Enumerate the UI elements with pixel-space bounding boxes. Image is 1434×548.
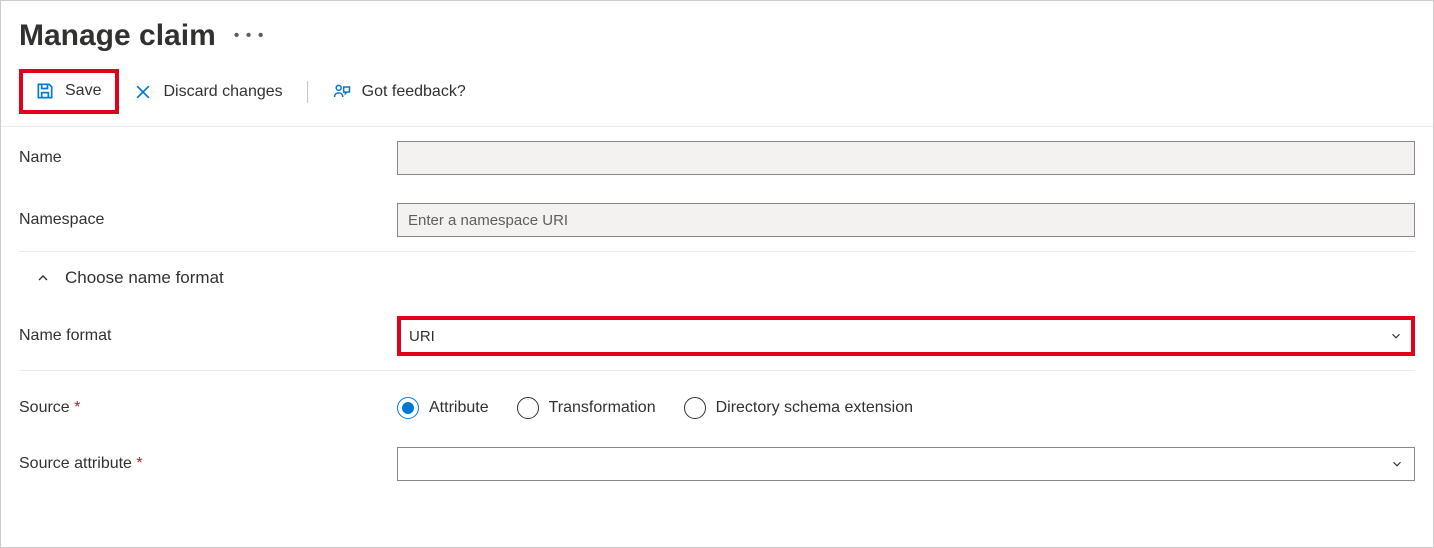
radio-attribute[interactable]: Attribute <box>397 397 489 419</box>
radio-transformation[interactable]: Transformation <box>517 397 656 419</box>
radio-icon <box>397 397 419 419</box>
save-button-label: Save <box>65 82 101 100</box>
chevron-up-icon <box>35 270 51 286</box>
save-icon <box>35 81 55 101</box>
save-highlight: Save <box>19 69 119 114</box>
source-attribute-select[interactable] <box>397 447 1415 481</box>
chevron-down-icon <box>1389 329 1403 343</box>
radio-icon <box>684 397 706 419</box>
collapse-choose-name-format[interactable]: Choose name format <box>19 252 1415 302</box>
close-icon <box>133 82 153 102</box>
source-radio-group: Attribute Transformation Directory schem… <box>397 397 1415 419</box>
label-source-attribute: Source attribute * <box>19 455 397 473</box>
radio-label: Transformation <box>549 399 656 417</box>
form-row-source-attribute: Source attribute * <box>19 433 1415 495</box>
required-star-icon: * <box>74 399 80 416</box>
save-button[interactable]: Save <box>29 77 107 105</box>
feedback-button[interactable]: Got feedback? <box>326 78 472 106</box>
radio-label: Directory schema extension <box>716 399 913 417</box>
namespace-input[interactable] <box>397 203 1415 237</box>
name-format-value: URI <box>409 328 1389 345</box>
page-title: Manage claim <box>19 19 216 53</box>
label-source: Source * <box>19 399 397 417</box>
form-row-name: Name <box>19 127 1415 189</box>
discard-button-label: Discard changes <box>163 83 282 101</box>
form-row-namespace: Namespace <box>19 189 1415 251</box>
discard-button[interactable]: Discard changes <box>127 78 288 106</box>
form-row-name-format: Name format URI <box>19 302 1415 370</box>
name-input[interactable] <box>397 141 1415 175</box>
toolbar: Save Discard changes Got feedback? <box>1 59 1433 127</box>
more-icon[interactable]: • • • <box>234 28 265 44</box>
form-row-source: Source * Attribute Transformation Direct… <box>19 371 1415 433</box>
radio-label: Attribute <box>429 399 489 417</box>
feedback-icon <box>332 82 352 102</box>
collapse-label: Choose name format <box>65 268 224 288</box>
label-namespace: Namespace <box>19 211 397 229</box>
chevron-down-icon <box>1390 457 1404 471</box>
label-name-format: Name format <box>19 327 397 345</box>
label-name: Name <box>19 149 397 167</box>
required-star-icon: * <box>136 455 142 472</box>
radio-icon <box>517 397 539 419</box>
toolbar-separator <box>307 81 308 103</box>
feedback-button-label: Got feedback? <box>362 83 466 101</box>
radio-directory-schema-extension[interactable]: Directory schema extension <box>684 397 913 419</box>
name-format-select[interactable]: URI <box>397 316 1415 356</box>
